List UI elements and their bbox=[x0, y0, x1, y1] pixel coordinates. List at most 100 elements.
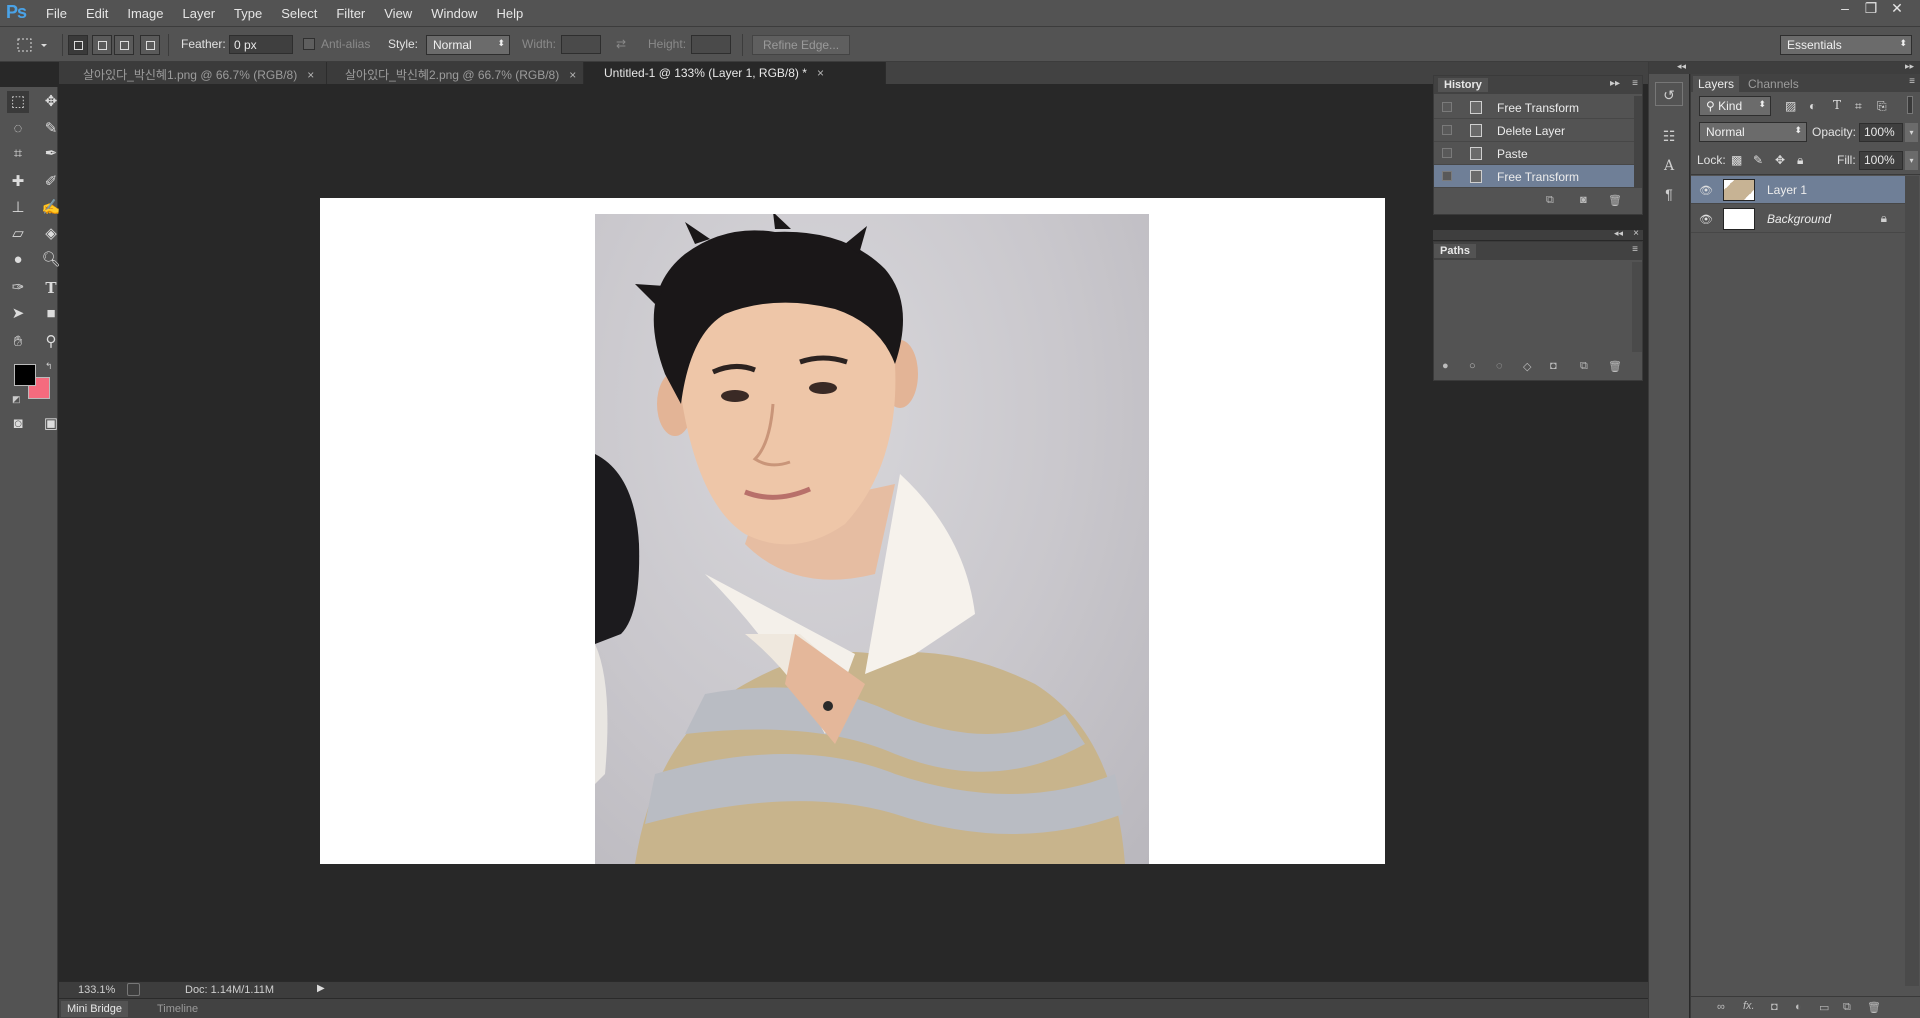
new-snapshot-icon[interactable]: ◙ bbox=[1580, 194, 1587, 206]
filter-smart-object-icon[interactable]: ⎘ bbox=[1877, 99, 1887, 114]
close-tab-icon[interactable]: × bbox=[307, 68, 314, 82]
lock-all-icon[interactable]: 🔒︎ bbox=[1797, 153, 1803, 168]
fill-path-icon[interactable]: ● bbox=[1442, 360, 1449, 372]
lock-pixels-icon[interactable]: ✎ bbox=[1753, 153, 1763, 167]
panel-menu-icon[interactable]: ≡ bbox=[1632, 244, 1638, 255]
history-state-current[interactable]: Free Transform bbox=[1434, 165, 1634, 188]
layer-style-fx-icon[interactable]: fx. bbox=[1743, 1000, 1755, 1012]
menu-layer[interactable]: Layer bbox=[183, 6, 216, 21]
swap-dimensions-icon[interactable]: ⇄ bbox=[616, 37, 626, 51]
filter-toggle[interactable] bbox=[1907, 96, 1913, 114]
expand-icon[interactable]: ▸▸ bbox=[1905, 61, 1914, 72]
opacity-slider-toggle[interactable]: ▾ bbox=[1905, 123, 1918, 142]
lasso-tool-icon[interactable]: ◌ bbox=[7, 118, 29, 140]
paths-panel-title[interactable]: Paths bbox=[1434, 244, 1476, 258]
paths-scrollbar[interactable] bbox=[1632, 262, 1642, 352]
trash-icon[interactable]: 🗑︎ bbox=[1608, 360, 1622, 373]
rectangle-tool-icon[interactable]: ■ bbox=[40, 303, 62, 325]
swap-colors-icon[interactable]: ↰ bbox=[45, 361, 53, 372]
layer-row-background[interactable]: 👁︎ Background 🔒︎ bbox=[1691, 205, 1905, 233]
panel-menu-icon[interactable]: ≡ bbox=[1632, 78, 1638, 89]
layer-name[interactable]: Layer 1 bbox=[1767, 183, 1807, 197]
history-brush-source-checkbox[interactable] bbox=[1442, 171, 1452, 181]
history-panel-icon[interactable]: ↺ bbox=[1655, 82, 1683, 106]
filter-shape-icon[interactable]: ⌗ bbox=[1855, 99, 1862, 114]
crop-tool-icon[interactable]: ⌗ bbox=[7, 143, 29, 165]
new-selection-button[interactable] bbox=[68, 35, 88, 55]
tab-channels[interactable]: Channels bbox=[1743, 76, 1804, 92]
rectangular-marquee-tool-icon[interactable]: ⬚ bbox=[7, 91, 29, 113]
new-document-from-state-icon[interactable]: ⧉ bbox=[1546, 194, 1554, 207]
visibility-eye-icon[interactable]: 👁︎ bbox=[1699, 184, 1713, 197]
history-brush-tool-icon[interactable]: ✍ bbox=[40, 197, 62, 219]
lock-position-icon[interactable]: ✥ bbox=[1775, 153, 1785, 167]
workspace-switcher[interactable]: Essentials ⬍ bbox=[1780, 35, 1912, 55]
tab-timeline[interactable]: Timeline bbox=[151, 1001, 204, 1017]
layer-row-layer-1[interactable]: 👁︎ Layer 1 bbox=[1691, 176, 1905, 204]
zoom-tool-icon[interactable]: ⚲ bbox=[40, 331, 62, 353]
menu-filter[interactable]: Filter bbox=[336, 6, 365, 21]
zoom-level[interactable]: 133.1% bbox=[78, 984, 115, 996]
paint-bucket-tool-icon[interactable]: ◈ bbox=[40, 223, 62, 245]
menu-help[interactable]: Help bbox=[496, 6, 523, 21]
stroke-path-icon[interactable]: ○ bbox=[1469, 360, 1476, 372]
menu-file[interactable]: File bbox=[46, 6, 67, 21]
visibility-eye-icon[interactable]: 👁︎ bbox=[1699, 213, 1713, 226]
add-mask-icon[interactable]: ◘ bbox=[1550, 360, 1557, 372]
subtract-from-selection-button[interactable] bbox=[114, 35, 134, 55]
history-state[interactable]: Delete Layer bbox=[1434, 119, 1634, 142]
blend-mode-select[interactable]: Normal ⬍ bbox=[1699, 122, 1807, 142]
eraser-tool-icon[interactable]: ▱ bbox=[7, 223, 29, 245]
minimize-button[interactable]: – bbox=[1832, 0, 1858, 18]
panel-menu-icon[interactable]: ≡ bbox=[1909, 76, 1915, 87]
history-state[interactable]: Free Transform bbox=[1434, 96, 1634, 119]
pen-tool-icon[interactable]: ✑ bbox=[7, 277, 29, 299]
tab-mini-bridge[interactable]: Mini Bridge bbox=[61, 1001, 129, 1017]
close-tab-icon[interactable]: × bbox=[569, 68, 576, 82]
properties-panel-icon[interactable]: ☷ bbox=[1655, 124, 1683, 148]
new-path-icon[interactable]: ⧉ bbox=[1580, 360, 1588, 373]
antialias-checkbox[interactable] bbox=[303, 38, 315, 50]
menu-select[interactable]: Select bbox=[281, 6, 317, 21]
trash-icon[interactable]: 🗑︎ bbox=[1867, 1001, 1881, 1014]
intersect-selection-button[interactable] bbox=[140, 35, 160, 55]
load-path-as-selection-icon[interactable]: ◌ bbox=[1496, 360, 1503, 372]
character-panel-icon[interactable]: A bbox=[1655, 154, 1683, 178]
restore-button[interactable]: ❐ bbox=[1858, 0, 1884, 18]
hand-tool-icon[interactable]: ✋︎ bbox=[7, 331, 29, 353]
layer-name[interactable]: Background bbox=[1767, 212, 1831, 226]
lock-transparency-icon[interactable]: ▩ bbox=[1731, 153, 1742, 167]
menu-window[interactable]: Window bbox=[431, 6, 477, 21]
link-layers-icon[interactable]: ∞ bbox=[1717, 1001, 1725, 1013]
dodge-tool-icon[interactable]: 🔍︎ bbox=[40, 249, 62, 271]
expand-icon[interactable]: ◂◂ bbox=[1677, 61, 1686, 72]
refine-edge-button[interactable]: Refine Edge... bbox=[752, 35, 851, 55]
width-input[interactable] bbox=[561, 35, 601, 54]
new-adjustment-layer-icon[interactable]: ◐ bbox=[1795, 1001, 1802, 1013]
history-scrollbar[interactable] bbox=[1634, 96, 1642, 188]
path-selection-tool-icon[interactable]: ➤ bbox=[7, 303, 29, 325]
clone-stamp-tool-icon[interactable]: ⊥ bbox=[7, 197, 29, 219]
feather-input[interactable] bbox=[229, 35, 293, 54]
collapse-icon[interactable]: ▸▸ bbox=[1610, 78, 1620, 89]
quick-mask-icon[interactable]: ◙ bbox=[7, 413, 29, 435]
layer-filter-select[interactable]: ⚲ Kind ⬍ bbox=[1699, 96, 1771, 116]
layer-1-photo[interactable] bbox=[595, 214, 1149, 864]
filter-pixel-icon[interactable]: ▨ bbox=[1785, 99, 1796, 113]
tab-layers[interactable]: Layers bbox=[1693, 76, 1740, 92]
brush-tool-icon[interactable]: ✐ bbox=[40, 171, 62, 193]
quick-selection-tool-icon[interactable]: ✎ bbox=[40, 118, 62, 140]
filter-adjustment-icon[interactable]: ◐ bbox=[1809, 99, 1816, 113]
close-panel-icon[interactable]: × bbox=[1633, 228, 1639, 239]
menu-type[interactable]: Type bbox=[234, 6, 262, 21]
history-panel-title[interactable]: History bbox=[1438, 78, 1488, 92]
new-group-icon[interactable]: ▭ bbox=[1819, 1001, 1829, 1014]
history-brush-source-checkbox[interactable] bbox=[1442, 125, 1452, 135]
height-input[interactable] bbox=[691, 35, 731, 54]
opacity-input[interactable]: 100% bbox=[1859, 123, 1903, 142]
filter-type-icon[interactable]: T bbox=[1833, 98, 1841, 112]
paragraph-panel-icon[interactable]: ¶ bbox=[1655, 182, 1683, 206]
eyedropper-tool-icon[interactable]: ✒ bbox=[40, 143, 62, 165]
fill-input[interactable]: 100% bbox=[1859, 151, 1903, 170]
move-tool-icon[interactable]: ✥ bbox=[40, 91, 62, 113]
